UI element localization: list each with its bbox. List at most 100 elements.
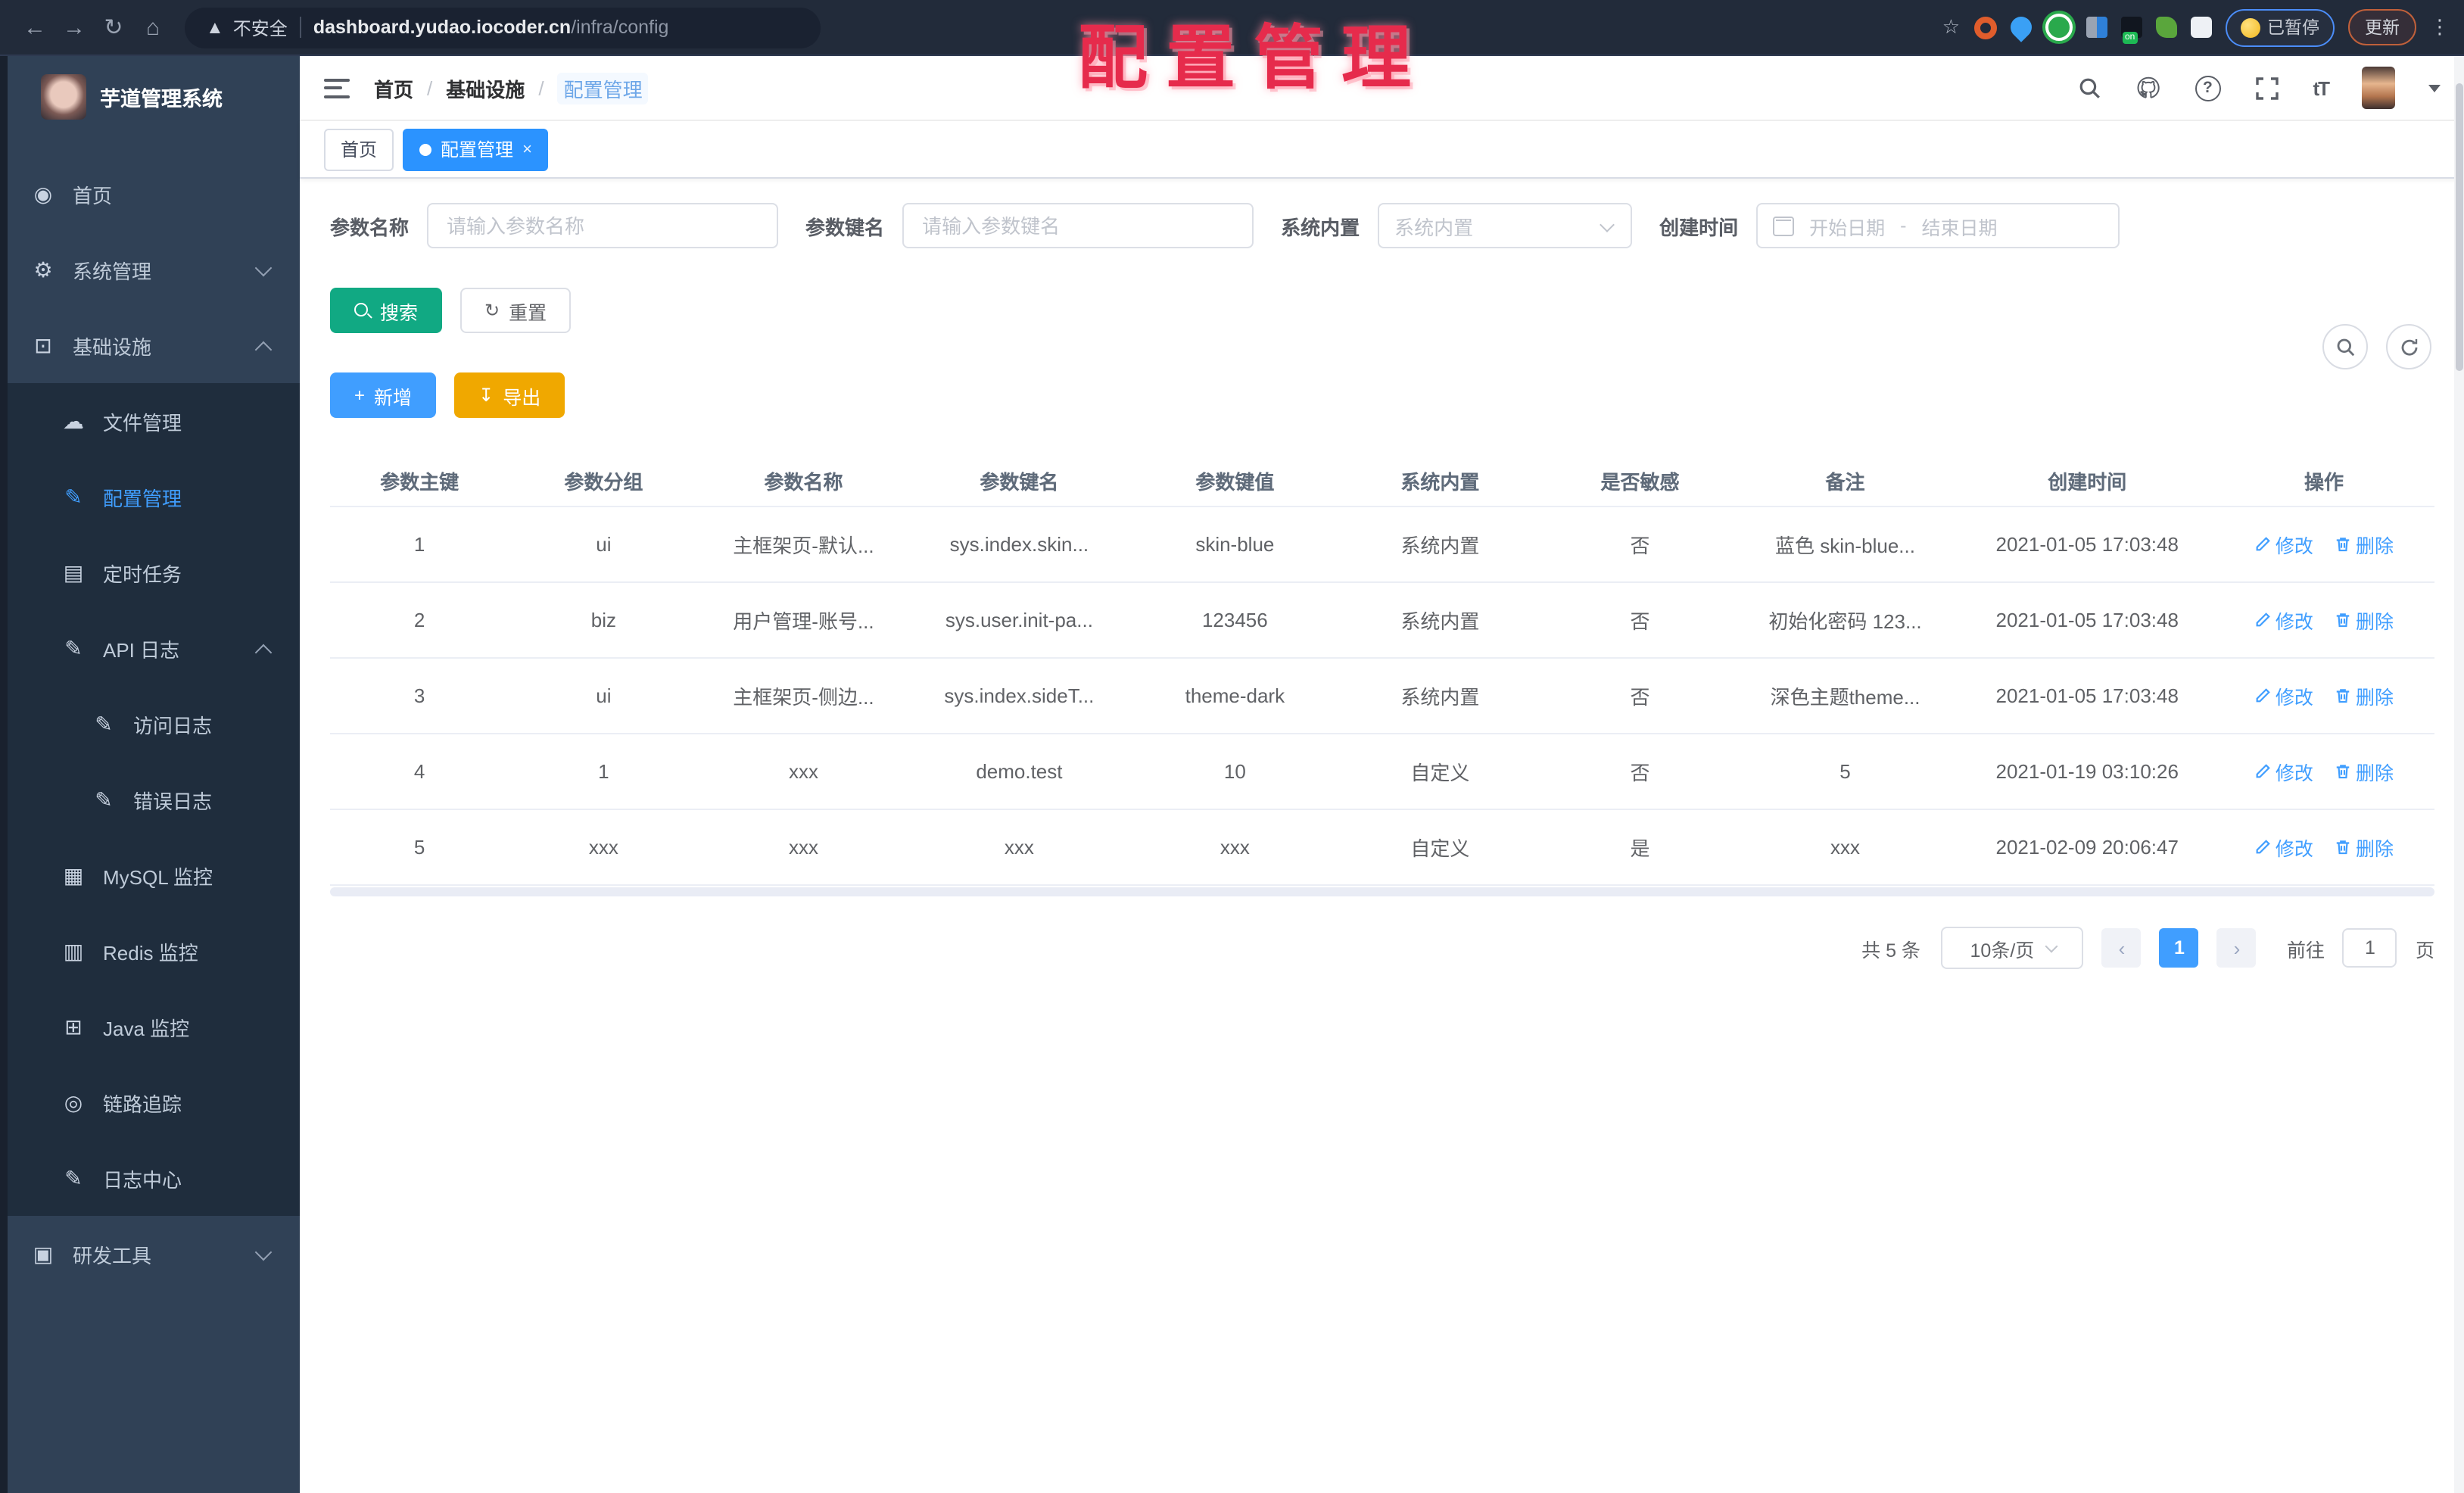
window-edge (0, 56, 8, 1493)
sidebar-item-log-center[interactable]: ✎ 日志中心 (0, 1140, 300, 1216)
sidebar-item-trace[interactable]: ◎ 链路追踪 (0, 1064, 300, 1140)
next-page-button[interactable]: › (2216, 928, 2257, 968)
reset-button[interactable]: ↻ 重置 (460, 288, 572, 333)
github-icon[interactable] (2135, 75, 2161, 101)
delete-link[interactable]: 删除 (2335, 757, 2394, 786)
config-table: 参数主键 参数分组 参数名称 参数键名 参数键值 系统内置 是否敏感 备注 创建时间 操作 1 ui… (330, 454, 2434, 896)
sidebar-item-error-log[interactable]: ✎ 错误日志 (0, 762, 300, 837)
delete-link[interactable]: 删除 (2335, 606, 2394, 634)
address-bar[interactable]: ▲ 不安全 dashboard.yudao.iocoder.cn /infra/… (185, 7, 821, 48)
page-size-select[interactable]: 10条/页 (1941, 927, 2084, 969)
table-header-cell: 参数键值 (1195, 470, 1275, 493)
sidebar-item-label: 基础设施 (73, 335, 152, 358)
sidebar-item-file[interactable]: ☁ 文件管理 (0, 383, 300, 459)
close-icon[interactable]: × (522, 140, 532, 158)
table-row: 1 ui 主框架页-默认... sys.index.skin... skin-blue 系… (330, 507, 2434, 583)
help-icon[interactable]: ? (2195, 75, 2221, 101)
extension-green-check-icon[interactable] (2045, 14, 2072, 41)
sidebar-item-java[interactable]: ⊞ Java 监控 (0, 989, 300, 1064)
prev-page-button[interactable]: ‹ (2101, 928, 2142, 968)
browser-home-icon[interactable]: ⌂ (133, 14, 173, 40)
add-button[interactable]: + 新增 (330, 372, 437, 418)
bookmark-star-icon[interactable]: ☆ (1942, 15, 1960, 39)
table-cell: 4 (413, 760, 425, 783)
sidebar-item-api-log[interactable]: ✎ API 日志 (0, 610, 300, 686)
date-range-picker[interactable]: 开始日期 - 结束日期 (1756, 203, 2120, 248)
cloud-icon: ☁ (63, 408, 84, 432)
browser-reload-icon[interactable]: ↻ (94, 14, 133, 41)
sidebar-item-label: 链路追踪 (103, 1092, 182, 1115)
browser-back-icon[interactable]: ← (15, 14, 55, 40)
active-tab-dot (419, 143, 432, 155)
sidebar-item-home[interactable]: ◉ 首页 (0, 156, 300, 232)
table-cell: 3 (413, 684, 425, 707)
export-button[interactable]: ↧ 导出 (454, 372, 565, 418)
sidebar-item-mysql[interactable]: ▦ MySQL 监控 (0, 837, 300, 913)
delete-link[interactable]: 删除 (2335, 833, 2394, 862)
table-header-cell: 系统内置 (1400, 470, 1480, 493)
param-key-input[interactable] (902, 203, 1254, 248)
edit-link[interactable]: 修改 (2254, 681, 2313, 710)
toggle-search-button[interactable] (2322, 324, 2368, 369)
extension-orange-icon[interactable] (1973, 16, 1996, 39)
scrollbar-thumb[interactable] (2456, 83, 2463, 371)
delete-link[interactable]: 删除 (2335, 681, 2394, 710)
sidebar-item-label: MySQL 监控 (103, 865, 213, 888)
chevron-down-icon (1600, 217, 1615, 232)
search-button[interactable]: 搜索 (330, 288, 443, 333)
breadcrumb-separator: / (538, 76, 544, 99)
sidebar-item-label: 日志中心 (103, 1168, 182, 1191)
edit-link[interactable]: 修改 (2254, 606, 2313, 634)
sidebar-item-config[interactable]: ✎ 配置管理 (0, 459, 300, 535)
browser-forward-icon[interactable]: → (55, 14, 94, 40)
profile-paused-badge[interactable]: 已暂停 (2225, 8, 2335, 46)
delete-link[interactable]: 删除 (2335, 530, 2394, 559)
sidebar-item-infra[interactable]: ⊡ 基础设施 (0, 307, 300, 383)
user-caret-icon[interactable] (2428, 84, 2441, 92)
sidebar-item-redis[interactable]: ▥ Redis 监控 (0, 913, 300, 989)
browser-update-button[interactable]: 更新 (2348, 9, 2416, 45)
font-size-icon[interactable]: tT (2313, 76, 2330, 99)
fullscreen-icon[interactable] (2254, 75, 2279, 101)
edit-link[interactable]: 修改 (2254, 530, 2313, 559)
sidebar: 芋道管理系统 ◉ 首页 ⚙ 系统管理 ⊡ 基础设施 ☁ 文件管理 ✎ 配置管理 ▤ 定时任务 ✎ API … (0, 56, 300, 1493)
page-scrollbar[interactable] (2454, 56, 2464, 1493)
sidebar-nav: ◉ 首页 ⚙ 系统管理 ⊡ 基础设施 ☁ 文件管理 ✎ 配置管理 ▤ 定时任务 ✎ API 日志 ✎ 访问日志… (0, 156, 300, 1292)
table-cell: 深色主题theme... (1770, 686, 1920, 709)
breadcrumb-item[interactable]: 基础设施 (446, 73, 525, 102)
profile-emoji-icon (2240, 17, 2260, 37)
builtin-select[interactable]: 系统内置 (1378, 203, 1633, 248)
table-cell: theme-dark (1185, 684, 1285, 707)
table-scrollbar-track[interactable] (330, 887, 2434, 896)
extension-sprout-icon[interactable] (2155, 17, 2176, 38)
browser-menu-icon[interactable]: ⋮ (2430, 15, 2450, 39)
extension-blocks-icon[interactable] (2086, 17, 2107, 38)
edit-link[interactable]: 修改 (2254, 757, 2313, 786)
tab-配置管理[interactable]: 配置管理 × (403, 128, 549, 170)
table-cell: xxx (788, 760, 818, 783)
current-page-button[interactable]: 1 (2159, 928, 2199, 968)
table-cell: 1 (598, 760, 609, 783)
sidebar-item-access-log[interactable]: ✎ 访问日志 (0, 686, 300, 762)
sidebar-toggle-icon[interactable] (324, 78, 350, 98)
edit-link[interactable]: 修改 (2254, 833, 2313, 862)
sidebar-item-devtools[interactable]: ▣ 研发工具 (0, 1216, 300, 1292)
table-cell: 2021-01-05 17:03:48 (1995, 609, 2179, 631)
param-name-input[interactable] (427, 203, 779, 248)
app-logo-row[interactable]: 芋道管理系统 (0, 56, 300, 135)
extension-toggle-icon[interactable]: on (2120, 17, 2142, 44)
search-icon[interactable] (2076, 75, 2102, 101)
table-cell: 初始化密码 123... (1768, 610, 1922, 633)
table-header-cell: 参数名称 (764, 470, 843, 493)
goto-page-input[interactable] (2342, 928, 2397, 968)
breadcrumb-item[interactable]: 首页 (374, 73, 413, 102)
user-avatar[interactable] (2362, 67, 2395, 109)
sidebar-item-label: 研发工具 (73, 1244, 152, 1267)
extensions-puzzle-icon[interactable] (2190, 17, 2211, 38)
refresh-button[interactable] (2386, 324, 2431, 369)
sidebar-item-system[interactable]: ⚙ 系统管理 (0, 232, 300, 307)
extension-pin-icon[interactable] (2005, 12, 2036, 42)
filter-form: 参数名称 参数键名 系统内置 系统内置 (330, 203, 2434, 248)
sidebar-item-job[interactable]: ▤ 定时任务 (0, 535, 300, 610)
tab-首页[interactable]: 首页 (324, 128, 394, 170)
